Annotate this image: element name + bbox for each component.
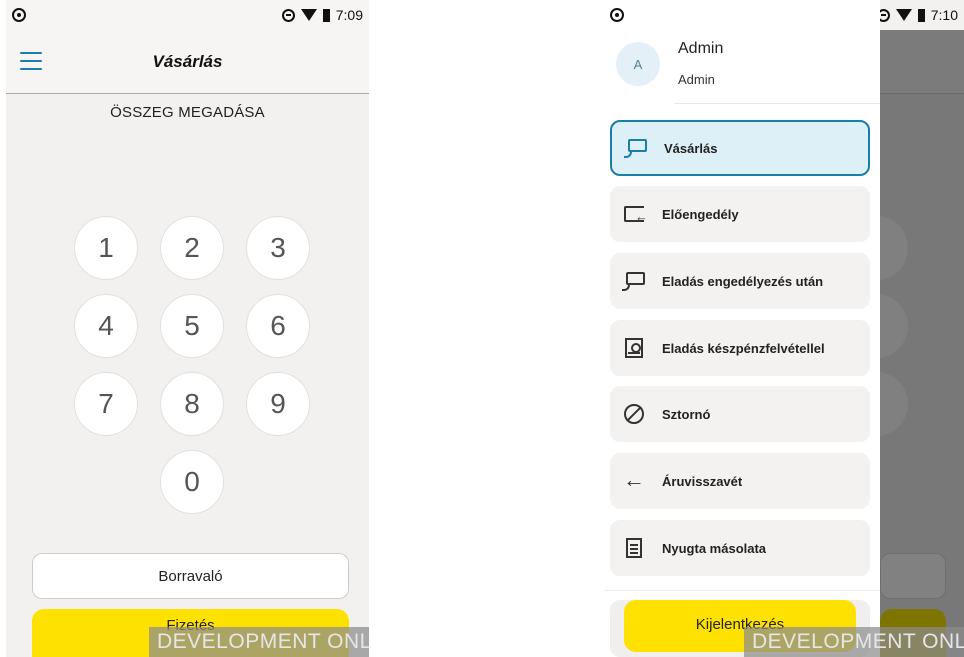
page-title: Vásárlás (152, 51, 223, 71)
user-role: Admin (678, 72, 715, 87)
battery-icon (322, 8, 330, 22)
keypad-key-4[interactable]: 4 (74, 294, 138, 358)
menu-item-void[interactable]: Sztornó (610, 386, 870, 442)
cash-safe-icon (622, 336, 646, 360)
contactless-card-icon (624, 136, 648, 160)
menu-item-preauthorization[interactable]: ← Előengedély (610, 186, 870, 242)
keypad-key-2[interactable]: 2 (160, 216, 224, 280)
do-not-disturb-icon (281, 8, 295, 22)
dimmed-tip-button (880, 553, 946, 599)
app-bar: Vásárlás (6, 30, 369, 94)
status-indicators: 7:09 (281, 7, 363, 23)
menu-item-label: Sztornó (662, 406, 711, 422)
development-watermark: DEVELOPMENT ONLY (149, 627, 369, 657)
status-bar: 7:09 (6, 0, 369, 30)
keypad-key-9[interactable]: 9 (246, 372, 310, 436)
user-profile: A Admin Admin (616, 36, 876, 106)
app-status-icon (12, 8, 26, 22)
amount-entry-label: ÖSSZEG MEGADÁSA (110, 104, 265, 121)
profile-divider (674, 103, 880, 104)
menu-item-label: Eladás készpénzfelvétellel (662, 340, 825, 356)
hamburger-menu-icon[interactable] (20, 52, 42, 70)
keypad-key-3[interactable]: 3 (246, 216, 310, 280)
menu-item-receipt-copy[interactable]: Nyugta másolata (610, 520, 870, 576)
keypad-key-6[interactable]: 6 (246, 294, 310, 358)
cancel-icon (622, 402, 646, 426)
dimmed-app-bar (880, 30, 964, 94)
menu-item-purchase[interactable]: Vásárlás (610, 120, 870, 176)
keypad-key-0[interactable]: 0 (160, 450, 224, 514)
menu-item-sale-after-authorization[interactable]: Eladás engedélyezés után (610, 253, 870, 309)
battery-icon (917, 8, 925, 22)
development-watermark: DEVELOPMENT ONLY (744, 627, 964, 657)
user-name: Admin (678, 40, 724, 57)
contactless-card-icon (622, 269, 646, 293)
status-time: 7:09 (335, 7, 363, 23)
menu-item-label: Áruvisszavét (662, 473, 743, 489)
keypad-key-5[interactable]: 5 (160, 294, 224, 358)
menu-item-label: Eladás engedélyezés után (662, 273, 824, 289)
tip-button[interactable]: Borravaló (32, 553, 349, 599)
keypad-key-1[interactable]: 1 (74, 216, 138, 280)
menu-item-label: Vásárlás (664, 140, 718, 156)
menu-item-sale-with-cashback[interactable]: Eladás készpénzfelvétellel (610, 320, 870, 376)
preauth-icon: ← (622, 202, 648, 226)
drawer-divider (604, 590, 880, 591)
app-status-icon (610, 8, 624, 22)
status-indicators: 7:10 (876, 7, 958, 23)
status-time: 7:10 (930, 7, 958, 23)
menu-item-label: Nyugta másolata (662, 540, 767, 556)
keypad-key-8[interactable]: 8 (160, 372, 224, 436)
avatar: A (616, 42, 660, 86)
menu-item-label: Előengedély (662, 206, 739, 222)
purchase-screen: 7:09 Vásárlás ÖSSZEG MEGADÁSA 1 2 3 4 5 … (6, 0, 369, 657)
wifi-icon (300, 9, 317, 21)
arrow-back-icon: ← (623, 467, 645, 492)
navigation-drawer-screen: 7:10 A Admin Admin Vásárlás ← Előengedél… (604, 0, 964, 657)
drawer-status-bar (604, 0, 880, 30)
menu-item-return[interactable]: ← Áruvisszavét (610, 453, 870, 509)
navigation-drawer: A Admin Admin Vásárlás ← Előengedély Ela… (604, 0, 880, 657)
wifi-icon (895, 9, 912, 21)
receipt-icon (622, 536, 646, 560)
keypad-key-7[interactable]: 7 (74, 372, 138, 436)
